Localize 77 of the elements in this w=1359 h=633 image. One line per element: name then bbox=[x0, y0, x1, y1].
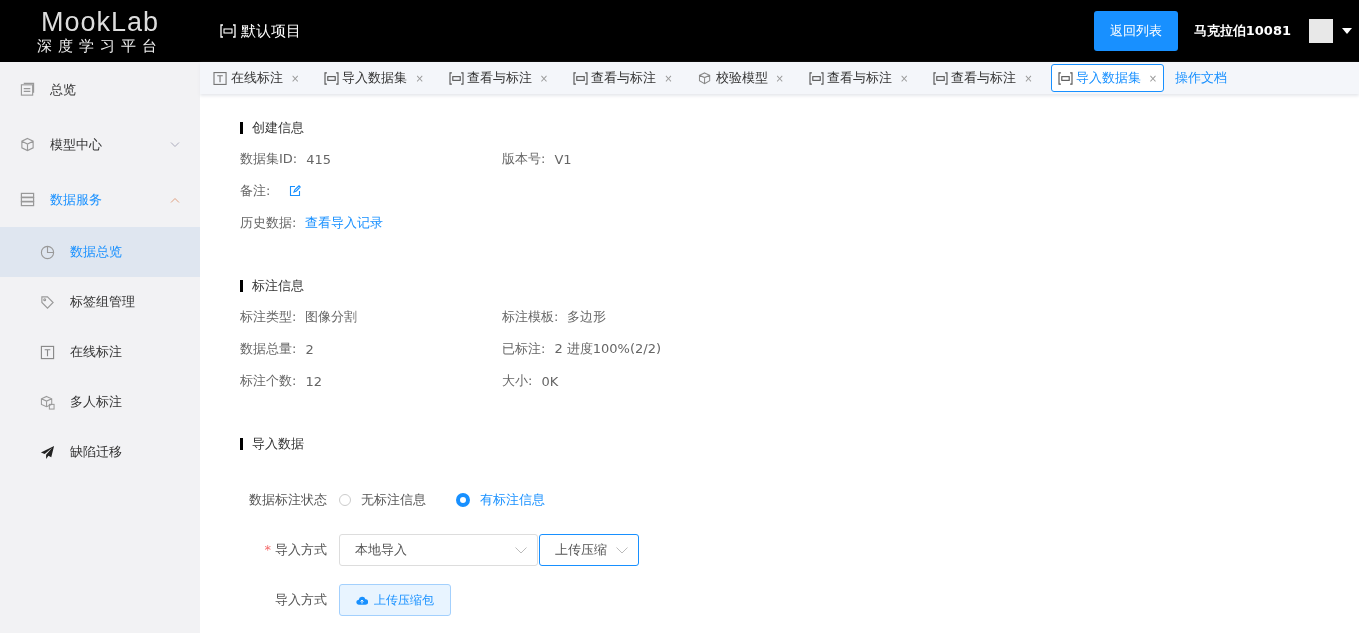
field-value: 2 bbox=[305, 341, 314, 357]
field-value: 2 进度100%(2/2) bbox=[554, 340, 662, 358]
tab[interactable]: 查看与标注 × bbox=[926, 64, 1040, 92]
sidebar-subitem[interactable]: 缺陷迁移 bbox=[0, 427, 200, 477]
frame-icon bbox=[573, 71, 589, 85]
logo-title: MookLab bbox=[40, 8, 160, 36]
sidebar-label: 多人标注 bbox=[70, 393, 123, 411]
sidebar-subitem[interactable]: 多人标注 bbox=[0, 377, 200, 427]
user-name[interactable]: 马克拉伯10081 bbox=[1193, 22, 1291, 40]
chevron-icon bbox=[616, 546, 628, 554]
import-source-select[interactable]: 本地导入 bbox=[339, 534, 538, 566]
field-label: 标注类型: bbox=[240, 308, 297, 326]
chevron-icon bbox=[170, 196, 180, 203]
sidebar-item[interactable]: 模型中心 bbox=[0, 117, 200, 172]
caret-icon[interactable] bbox=[1342, 28, 1352, 34]
sidebar-label: 总览 bbox=[50, 80, 77, 99]
sidebar-label: 标签组管理 bbox=[70, 293, 136, 311]
chevron-icon bbox=[515, 546, 527, 554]
section-title: 导入数据 bbox=[240, 438, 1359, 450]
field-value: V1 bbox=[554, 151, 572, 167]
field-label: 导入方式 bbox=[275, 542, 327, 557]
cubes-icon bbox=[40, 394, 55, 410]
tab[interactable]: 在线标注 × bbox=[206, 64, 307, 92]
field-label: 数据标注状态 bbox=[248, 491, 327, 509]
sidebar-label: 数据总览 bbox=[70, 243, 123, 261]
tag-icon bbox=[40, 294, 55, 310]
field-value: 12 bbox=[305, 373, 322, 389]
field-value: 0K bbox=[541, 373, 559, 389]
sidebar-label: 模型中心 bbox=[50, 135, 103, 154]
tab[interactable]: 查看与标注 × bbox=[801, 64, 916, 92]
tab[interactable]: 导入数据集 × bbox=[317, 64, 431, 92]
sidebar-label: 缺陷迁移 bbox=[70, 443, 123, 461]
paper-plane-icon bbox=[40, 444, 55, 460]
edit-icon[interactable] bbox=[289, 185, 302, 197]
project-name[interactable]: 默认项目 bbox=[241, 21, 301, 41]
document-icon bbox=[20, 82, 35, 97]
text-box-icon bbox=[213, 71, 228, 85]
cloud-upload-icon bbox=[356, 595, 368, 605]
cube-icon bbox=[20, 137, 35, 152]
sidebar-subitem[interactable]: 在线标注 bbox=[0, 327, 200, 377]
frame-icon bbox=[220, 24, 236, 38]
field-label: 历史数据: bbox=[240, 214, 297, 232]
required-mark: * bbox=[264, 542, 271, 557]
frame-icon bbox=[448, 71, 464, 85]
upload-type-select[interactable]: 上传压缩 bbox=[539, 534, 639, 566]
field-value: 图像分割 bbox=[305, 308, 358, 326]
pie-chart-icon bbox=[40, 244, 55, 260]
cube-icon bbox=[697, 71, 713, 85]
field-label: 标注个数: bbox=[240, 372, 297, 390]
sidebar-label: 在线标注 bbox=[70, 343, 123, 361]
field-label: 版本号: bbox=[502, 150, 546, 168]
chevron-icon bbox=[170, 141, 180, 148]
field-value: 多边形 bbox=[567, 308, 607, 326]
section-title: 创建信息 bbox=[240, 122, 1359, 134]
frame-icon bbox=[933, 71, 949, 85]
logo-subtitle: 深度学习平台 bbox=[37, 38, 163, 54]
section-title: 标注信息 bbox=[240, 280, 1359, 292]
tab[interactable]: 查看与标注 × bbox=[566, 64, 680, 92]
sidebar-subitem[interactable]: 标签组管理 bbox=[0, 277, 200, 327]
frame-icon bbox=[1057, 71, 1073, 85]
field-label: 大小: bbox=[502, 372, 533, 390]
list-icon bbox=[20, 192, 35, 207]
radio-option[interactable]: 无标注信息 bbox=[339, 491, 426, 509]
field-label: 导入方式 bbox=[274, 591, 327, 609]
text-box-icon bbox=[40, 344, 55, 360]
sidebar-item[interactable]: 总览 bbox=[0, 62, 200, 117]
field-label: 数据集ID: bbox=[240, 150, 298, 168]
field-label: 标注模板: bbox=[502, 308, 559, 326]
sidebar-label: 数据服务 bbox=[50, 190, 103, 209]
field-value: 415 bbox=[306, 151, 332, 167]
frame-icon bbox=[808, 71, 824, 85]
frame-icon bbox=[324, 71, 340, 85]
tab[interactable]: 校验模型 × bbox=[690, 64, 791, 92]
field-label: 备注: bbox=[240, 182, 271, 200]
field-label: 已标注: bbox=[502, 340, 546, 358]
tab[interactable]: 查看与标注 × bbox=[441, 64, 556, 92]
field-label: 数据总量: bbox=[240, 340, 297, 358]
